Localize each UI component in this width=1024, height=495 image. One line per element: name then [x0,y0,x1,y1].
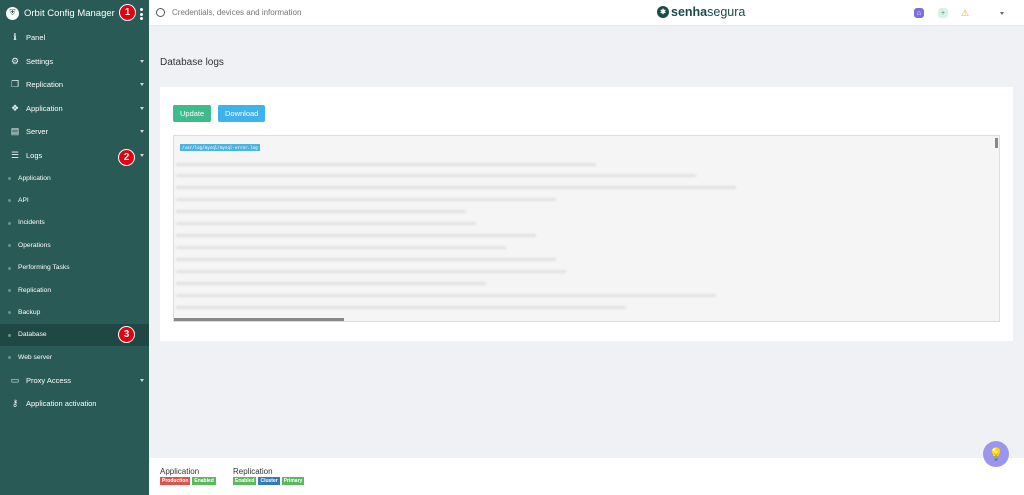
tag-cluster: Cluster [258,477,280,485]
sidebar-subitem-label: Database [18,331,47,339]
log-path-badge: /var/log/mysql/mysql-error.log [180,144,260,151]
log-line [176,186,736,189]
brand-name-bold: senha [671,5,708,19]
sidebar-subitem-performing-tasks[interactable]: Performing Tasks [0,257,149,279]
shield-logo-icon: ⛨ [6,6,19,20]
chevron-down-icon [140,83,144,86]
sidebar-item-label: Logs [26,150,43,160]
server-icon: ▤ [10,126,20,137]
logs-card: Update Download /var/log/mysql/mysql-err… [160,87,1013,341]
sidebar-item-server[interactable]: ▤ Server [0,120,149,144]
chevron-down-icon [140,378,144,382]
info-icon: ℹ [13,32,17,43]
sidebar-item-label: Replication [26,80,64,90]
chevron-down-icon [140,59,144,63]
tag-enabled: Enabled [192,477,216,485]
chevron-down-icon [140,130,144,133]
kebab-menu-icon[interactable] [140,8,143,20]
chevron-down-icon [140,106,144,110]
brand-name-light: segura [707,5,746,19]
chevron-down-icon [140,153,144,157]
sidebar-subitem-label: Incidents [18,219,45,227]
sidebar-subitem-label: Performing Tasks [18,264,70,272]
annotation-badge: 3 [118,326,135,343]
user-dropdown-chevron-icon[interactable] [1000,12,1004,15]
sidebar-item-label: Proxy Access [26,375,72,385]
monitor-icon: ▭ [10,374,20,385]
star-logo-icon: ✱ [657,6,669,18]
plus-icon[interactable]: + [938,8,948,18]
sidebar-item-application[interactable]: ❖ Application [0,97,149,121]
lightbulb-help-icon[interactable]: 💡 [983,441,1009,467]
cubes-icon: ❖ [10,102,20,113]
copy-icon: ❐ [10,79,20,90]
sidebar-item-panel[interactable]: ℹ Panel [0,26,149,50]
footer-replication-title: Replication [233,467,273,476]
sidebar-item-settings[interactable]: ⚙ Settings [0,50,149,74]
list-icon: ☰ [10,149,20,160]
log-viewer[interactable]: /var/log/mysql/mysql-error.log [173,135,1000,322]
search-input[interactable] [172,8,472,17]
brand-logo: ✱ senha segura [657,5,745,19]
sidebar-subitem-application[interactable]: Application [0,167,149,189]
log-line [176,174,696,177]
sidebar-subitem-label: Web server [18,353,53,361]
log-line [176,234,536,237]
sidebar-subitem-label: Operations [18,241,51,249]
sidebar-subitem-operations[interactable]: Operations [0,234,149,256]
update-button[interactable]: Update [173,105,212,122]
footer-application-group: Application Production Enabled [160,467,216,485]
log-line [176,246,506,249]
log-line [176,282,486,285]
log-line [176,222,476,225]
sidebar-item-label: Server [26,127,49,137]
app-title: Orbit Config Manager [24,7,115,19]
search-icon [156,8,165,17]
sidebar-subitem-incidents[interactable]: Incidents [0,212,149,234]
vertical-scrollbar[interactable] [995,138,998,148]
sidebar-subitem-api[interactable]: API [0,189,149,211]
horizontal-scrollbar[interactable] [174,318,344,321]
log-line [176,163,596,166]
sidebar-item-proxy-access[interactable]: ▭ Proxy Access [0,369,149,393]
tag-production: Production [160,477,191,485]
download-button[interactable]: Download [218,105,266,122]
sidebar-item-label: Application [26,103,63,113]
topbar [149,0,1024,26]
log-line [176,306,626,309]
key-icon: ⚷ [11,398,19,409]
sidebar-item-application-activation[interactable]: ⚷ Application activation [0,392,149,416]
sidebar-subitem-replication[interactable]: Replication [0,279,149,301]
sidebar-item-replication[interactable]: ❐ Replication [0,73,149,97]
home-icon[interactable]: ⌂ [914,8,924,18]
warning-icon[interactable]: ⚠ [960,8,970,18]
gears-icon: ⚙ [10,55,20,66]
sidebar-subitem-label: Replication [18,286,52,294]
sidebar-subitem-label: API [18,197,29,205]
footer-application-title: Application [160,467,200,476]
sidebar-subitem-web-server[interactable]: Web server [0,346,149,368]
sidebar-item-label: Panel [26,33,46,43]
sidebar-subitem-label: Application [18,174,51,182]
annotation-badge: 1 [119,4,136,21]
sidebar-subitem-label: Backup [18,309,41,317]
sidebar-subitem-backup[interactable]: Backup [0,301,149,323]
tag-enabled: Enabled [233,477,257,485]
sidebar-item-label: Settings [26,56,54,66]
log-line [176,198,556,201]
footer: Application Production Enabled Replicati… [149,458,1024,495]
sidebar-item-label: Application activation [26,399,97,409]
log-line [176,294,716,297]
sidebar: ⛨ Orbit Config Manager ℹ Panel ⚙ Setting… [0,0,149,495]
footer-replication-group: Replication Enabled Cluster Primary [233,467,305,485]
page-title: Database logs [160,57,224,68]
tag-primary: Primary [281,477,305,485]
annotation-badge: 2 [118,149,135,166]
log-line [176,258,556,261]
log-line [176,210,466,213]
log-line [176,270,566,273]
